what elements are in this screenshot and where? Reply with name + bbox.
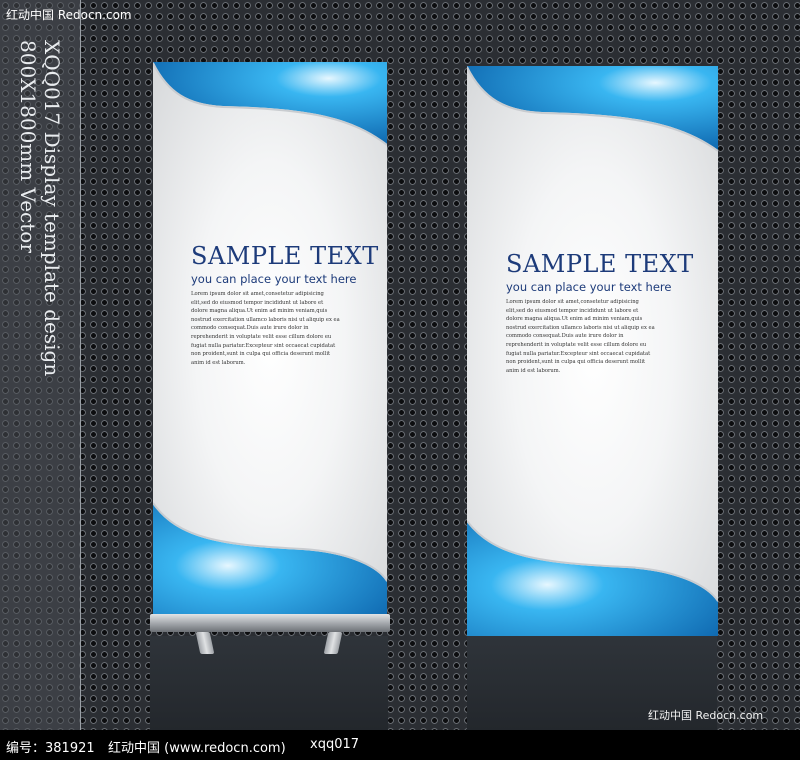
banner-1-floor (150, 636, 388, 730)
banner-2-text: SAMPLE TEXT you can place your text here… (506, 250, 694, 375)
footer-id: 编号：381921 (6, 741, 95, 756)
banner-1: SAMPLE TEXT you can place your text here… (153, 62, 387, 616)
side-text-line1: XQQ017 Display template design (40, 40, 64, 377)
watermark-top: 红动中国 Redocn.com (6, 8, 132, 22)
banner-1-body: Lorem ipsum dolor sit amet,consetetur ad… (191, 291, 340, 366)
banner-1-text: SAMPLE TEXT you can place your text here… (191, 242, 379, 367)
watermark-bottom: 红动中国 Redocn.com (648, 709, 764, 722)
banner-1-subtitle: you can place your text here (191, 272, 357, 286)
banner-2-subtitle: you can place your text here (506, 280, 672, 294)
footer-bar: 编号：381921 红动中国 (www.redocn.com) xqq017 (0, 730, 800, 760)
side-text-line2: 800X1800mm Vector (16, 40, 40, 253)
banner-2: SAMPLE TEXT you can place your text here… (467, 66, 718, 636)
banner-2-body: Lorem ipsum dolor sit amet,consetetur ad… (506, 299, 655, 374)
footer-code: xqq017 (310, 737, 360, 752)
banner-1-title: SAMPLE TEXT (191, 242, 379, 270)
side-divider (80, 0, 81, 730)
footer-site: 红动中国 (www.redocn.com) (108, 741, 286, 756)
banner-1-base (150, 614, 390, 632)
poster-canvas: XQQ017 Display template design 800X1800m… (0, 0, 800, 760)
banner-2-title: SAMPLE TEXT (506, 250, 694, 278)
